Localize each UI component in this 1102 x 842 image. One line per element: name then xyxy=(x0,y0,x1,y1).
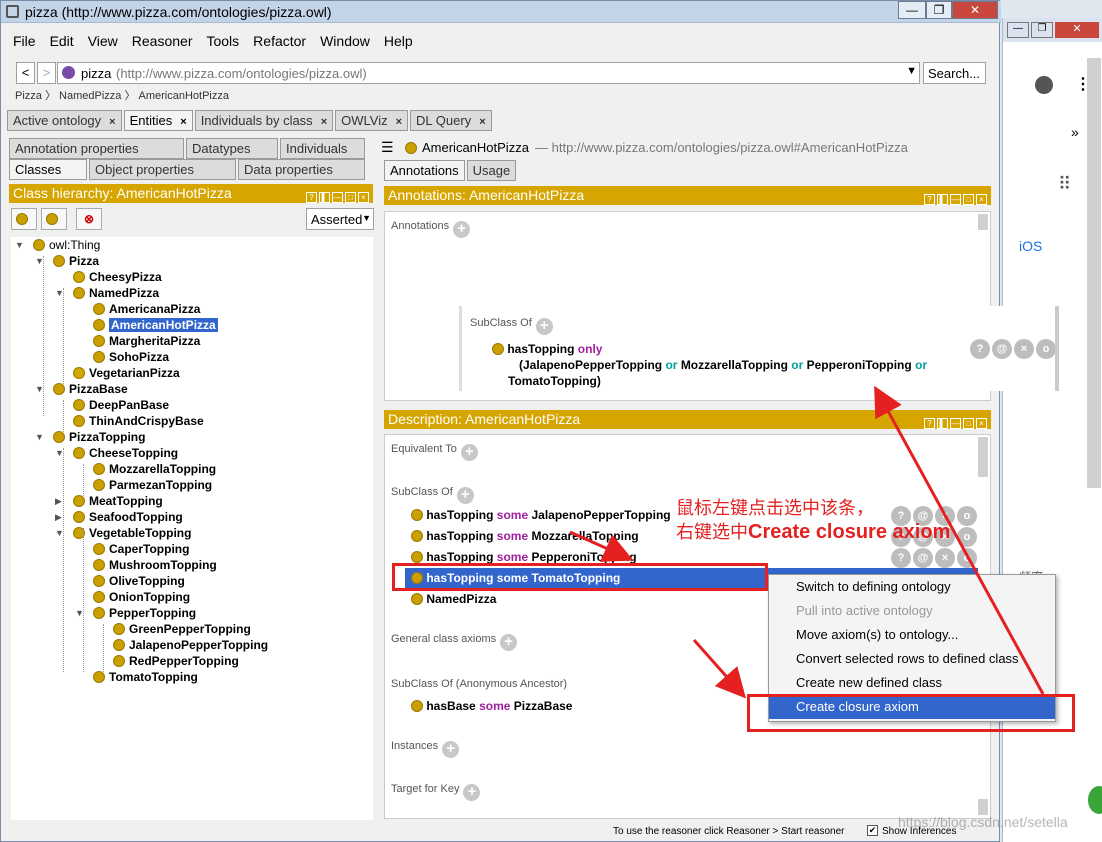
arrow-to-row xyxy=(569,530,634,562)
arrow-to-menu xyxy=(692,639,746,699)
arrow-to-popup xyxy=(874,385,1045,695)
annotation-arrows xyxy=(569,385,1045,699)
watermark: https://blog.csdn.net/setella xyxy=(898,814,1068,830)
